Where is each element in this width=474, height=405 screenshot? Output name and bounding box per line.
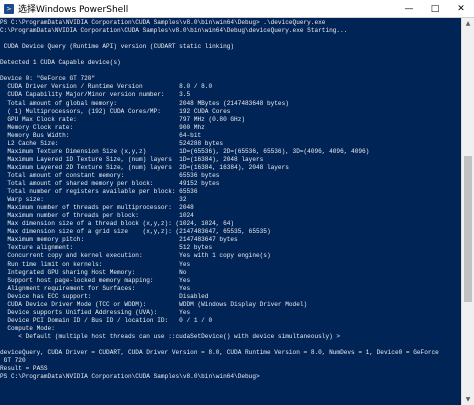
minimize-button[interactable]: — xyxy=(396,0,422,17)
scroll-up-arrow-icon[interactable]: ▲ xyxy=(462,18,474,29)
console-line: GT 720 xyxy=(0,357,26,365)
powershell-window: > 选择Windows PowerShell — □ ✕ PS C:\Progr… xyxy=(0,0,474,405)
console-line: Maximum Layered 1D Texture Size, (num) l… xyxy=(0,155,264,163)
console-line: Maximum number of threads per multiproce… xyxy=(0,204,194,212)
console-line: Device supports Unified Addressing (UVA)… xyxy=(0,308,191,316)
console-line: ( 1) Multiprocessors, (192) CUDA Cores/M… xyxy=(0,107,231,115)
powershell-icon: > xyxy=(4,3,14,14)
console-line: PS C:\ProgramData\NVIDIA Corporation\CUD… xyxy=(0,373,260,381)
console-line: CUDA Driver Version / Runtime Version 8.… xyxy=(0,83,213,91)
console-line: Support host page-locked memory mapping:… xyxy=(0,276,191,284)
window-controls: — □ ✕ xyxy=(396,0,474,17)
console-line: CUDA Capability Major/Minor version numb… xyxy=(0,91,191,99)
console-line: Max dimension size of a thread block (x,… xyxy=(0,220,235,228)
console-output[interactable]: PS C:\ProgramData\NVIDIA Corporation\CUD… xyxy=(0,18,462,405)
console-line: Texture alignment: 512 bytes xyxy=(0,244,213,252)
console-line: C:\ProgramData\NVIDIA Corporation\CUDA S… xyxy=(0,27,348,35)
title-bar[interactable]: > 选择Windows PowerShell — □ ✕ xyxy=(0,0,474,18)
scroll-thumb[interactable] xyxy=(464,156,472,303)
console-line: Maximum Texture Dimension Size (x,y,z) 1… xyxy=(0,147,370,155)
console-line: deviceQuery, CUDA Driver = CUDART, CUDA … xyxy=(0,349,439,357)
console-line: Memory Bus Width: 64-bit xyxy=(0,131,202,139)
console-line: Memory Clock rate: 900 Mhz xyxy=(0,123,205,131)
maximize-button[interactable]: □ xyxy=(422,0,448,17)
console-line: Total amount of global memory: 2048 MByt… xyxy=(0,99,289,107)
console-line: Total number of registers available per … xyxy=(0,188,198,196)
console-line: Integrated GPU sharing Host Memory: No xyxy=(0,268,187,276)
console-line: Device PCI Domain ID / Bus ID / location… xyxy=(0,316,213,324)
console-line: < Default (multiple host threads can use… xyxy=(0,332,341,340)
console-line: Run time limit on kernels: Yes xyxy=(0,260,191,268)
console-line: Max dimension size of a grid size (x,y,z… xyxy=(0,228,271,236)
console-line: CUDA Device Query (Runtime API) version … xyxy=(0,43,235,51)
close-button[interactable]: ✕ xyxy=(448,0,474,17)
scroll-down-arrow-icon[interactable]: ▼ xyxy=(462,394,474,405)
console-line: Total amount of shared memory per block:… xyxy=(0,180,220,187)
console-line: Maximum number of threads per block: 102… xyxy=(0,212,194,220)
console-line: Alignment requirement for Surfaces: Yes xyxy=(0,284,191,292)
vertical-scrollbar[interactable]: ▲ ▼ xyxy=(461,18,474,405)
console-line: Device has ECC support: Disabled xyxy=(0,292,209,300)
console-line: Warp size: 32 xyxy=(0,196,187,204)
console-line: L2 Cache Size: 524288 bytes xyxy=(0,139,224,147)
console-line: Compute Mode: xyxy=(0,324,55,332)
console-line: Total amount of constant memory: 65536 b… xyxy=(0,171,220,179)
console-line: Maximum Layered 2D Texture Size, (num) l… xyxy=(0,163,289,171)
console-line: PS C:\ProgramData\NVIDIA Corporation\CUD… xyxy=(0,19,326,26)
console-line: CUDA Device Driver Mode (TCC or WDDM): W… xyxy=(0,300,308,308)
console-line: Device 0: "GeForce GT 720" xyxy=(0,75,96,83)
console-line: Concurrent copy and kernel execution: Ye… xyxy=(0,252,271,260)
window-title: 选择Windows PowerShell xyxy=(18,5,129,15)
console-line: Maximum memory pitch: 2147483647 bytes xyxy=(0,236,238,244)
console-line: Detected 1 CUDA Capable device(s) xyxy=(0,59,121,67)
console-line: Result = PASS xyxy=(0,365,48,373)
console-line: GPU Max Clock rate: 797 MHz (0.80 GHz) xyxy=(0,115,246,123)
